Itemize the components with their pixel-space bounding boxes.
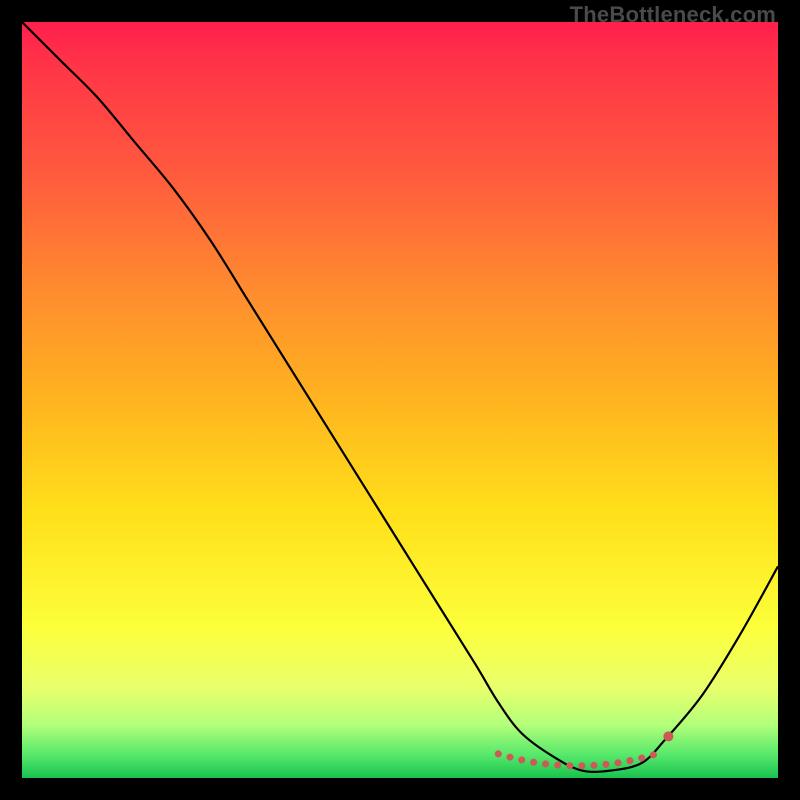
chart-frame: TheBottleneck.com	[0, 0, 800, 800]
curve-layer	[22, 22, 778, 778]
optimal-range-dots	[498, 754, 657, 766]
bottleneck-curve	[22, 22, 778, 772]
optimal-range-end-dot	[663, 731, 673, 741]
